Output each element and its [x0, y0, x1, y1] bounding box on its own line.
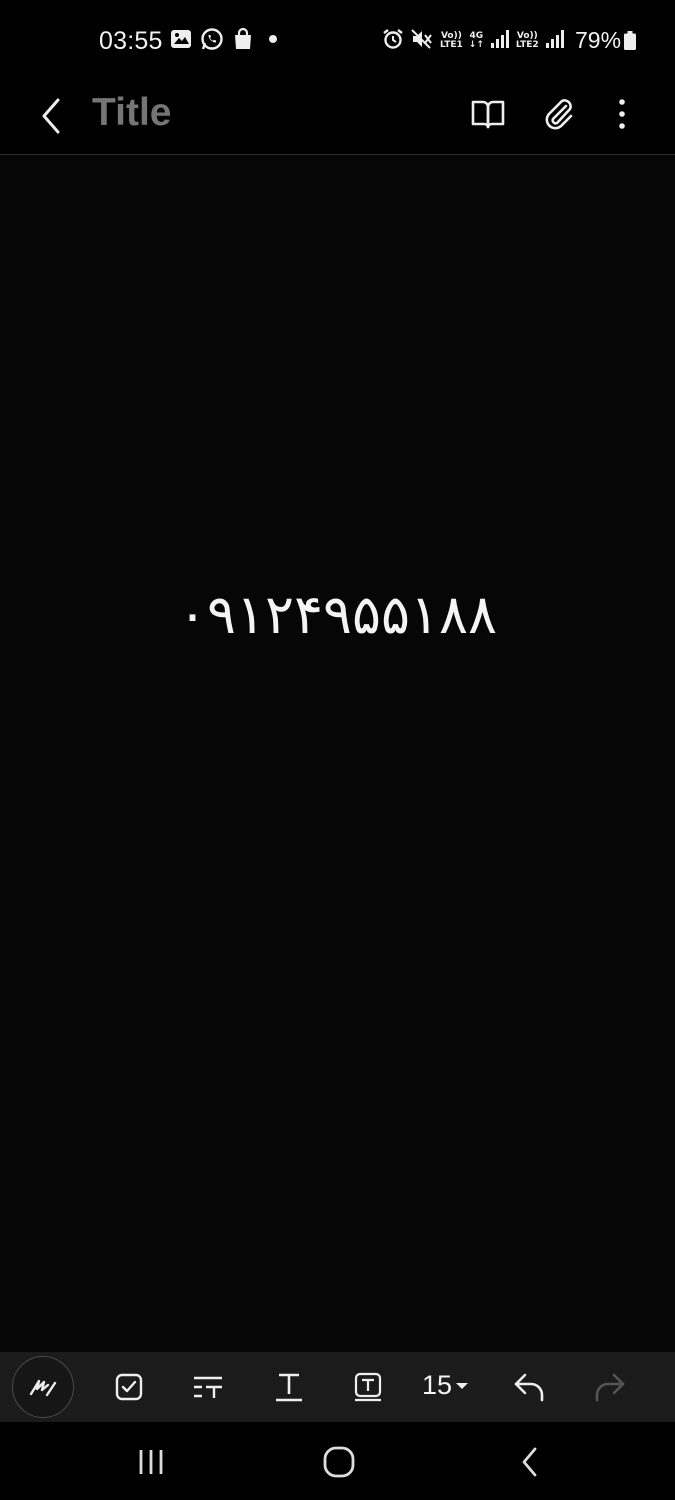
app-bar: [0, 82, 675, 155]
undo-button[interactable]: [500, 1360, 558, 1414]
back-button[interactable]: [34, 96, 70, 136]
shopping-bag-icon: [232, 27, 254, 56]
volte-lte2-icon: Vo)) LTE2: [516, 32, 539, 50]
recent-apps-button[interactable]: [129, 1442, 173, 1482]
redo-button[interactable]: [581, 1360, 639, 1414]
back-icon: [522, 1447, 537, 1477]
attach-button[interactable]: [537, 92, 581, 136]
text-format-button[interactable]: [260, 1360, 318, 1414]
recent-apps-icon: [139, 1450, 163, 1474]
font-size-value: 15: [422, 1370, 453, 1400]
handwriting-button[interactable]: [12, 1356, 74, 1418]
note-body[interactable]: ۰۹۱۲۴۹۵۵۱۸۸: [0, 155, 675, 1352]
redo-icon: [595, 1373, 625, 1402]
gallery-icon: [170, 28, 192, 55]
status-time: 03:55: [99, 27, 163, 55]
volte1-bottom-label: LTE1: [440, 40, 463, 50]
alarm-icon: [382, 28, 404, 55]
volte2-bottom-label: LTE2: [515, 40, 539, 50]
status-bar: 03:55 Vo)) LTE1 4G ↓↑ Vo)) LTE2 79%: [0, 0, 675, 82]
home-icon: [323, 1446, 355, 1478]
handwriting-icon: [29, 1379, 57, 1397]
undo-icon: [514, 1373, 544, 1402]
signal-icon: [545, 29, 565, 54]
reading-mode-button[interactable]: [466, 92, 510, 136]
battery-percentage: 79%: [575, 27, 622, 53]
notification-dot-icon: [262, 28, 284, 55]
volte-lte1-icon: Vo)) LTE1: [440, 32, 463, 50]
mute-icon: [410, 28, 434, 55]
back-arrow-icon: [42, 98, 60, 134]
text-format-icon: [276, 1373, 302, 1402]
text-style-button[interactable]: [179, 1360, 237, 1414]
nav-back-button[interactable]: [508, 1442, 552, 1482]
signal-icon: [490, 29, 510, 54]
more-options-button[interactable]: [600, 92, 644, 136]
checkbox-button[interactable]: [100, 1360, 158, 1414]
text-style-icon: [194, 1376, 222, 1398]
navigation-bar: [0, 1422, 675, 1500]
battery-icon: [624, 31, 636, 50]
font-size-selector[interactable]: 15: [422, 1370, 469, 1401]
4g-icon: 4G ↓↑: [469, 32, 484, 50]
home-button[interactable]: [317, 1442, 361, 1482]
text-box-button[interactable]: [339, 1360, 397, 1414]
title-input[interactable]: [92, 91, 392, 135]
network-arrows: ↓↑: [468, 40, 484, 50]
status-right-icons: Vo)) LTE1 4G ↓↑ Vo)) LTE2: [382, 28, 565, 54]
reading-mode-icon: [471, 100, 505, 129]
status-left-icons: [170, 27, 284, 56]
chevron-down-icon: [456, 1382, 469, 1389]
whatsapp-icon: [200, 27, 224, 56]
more-options-icon: [619, 99, 625, 129]
note-text[interactable]: ۰۹۱۲۴۹۵۵۱۸۸: [0, 583, 675, 646]
attach-icon: [545, 99, 573, 130]
editor-toolbar: 15: [0, 1352, 675, 1422]
checkbox-icon: [115, 1373, 143, 1401]
text-box-icon: [354, 1372, 382, 1402]
